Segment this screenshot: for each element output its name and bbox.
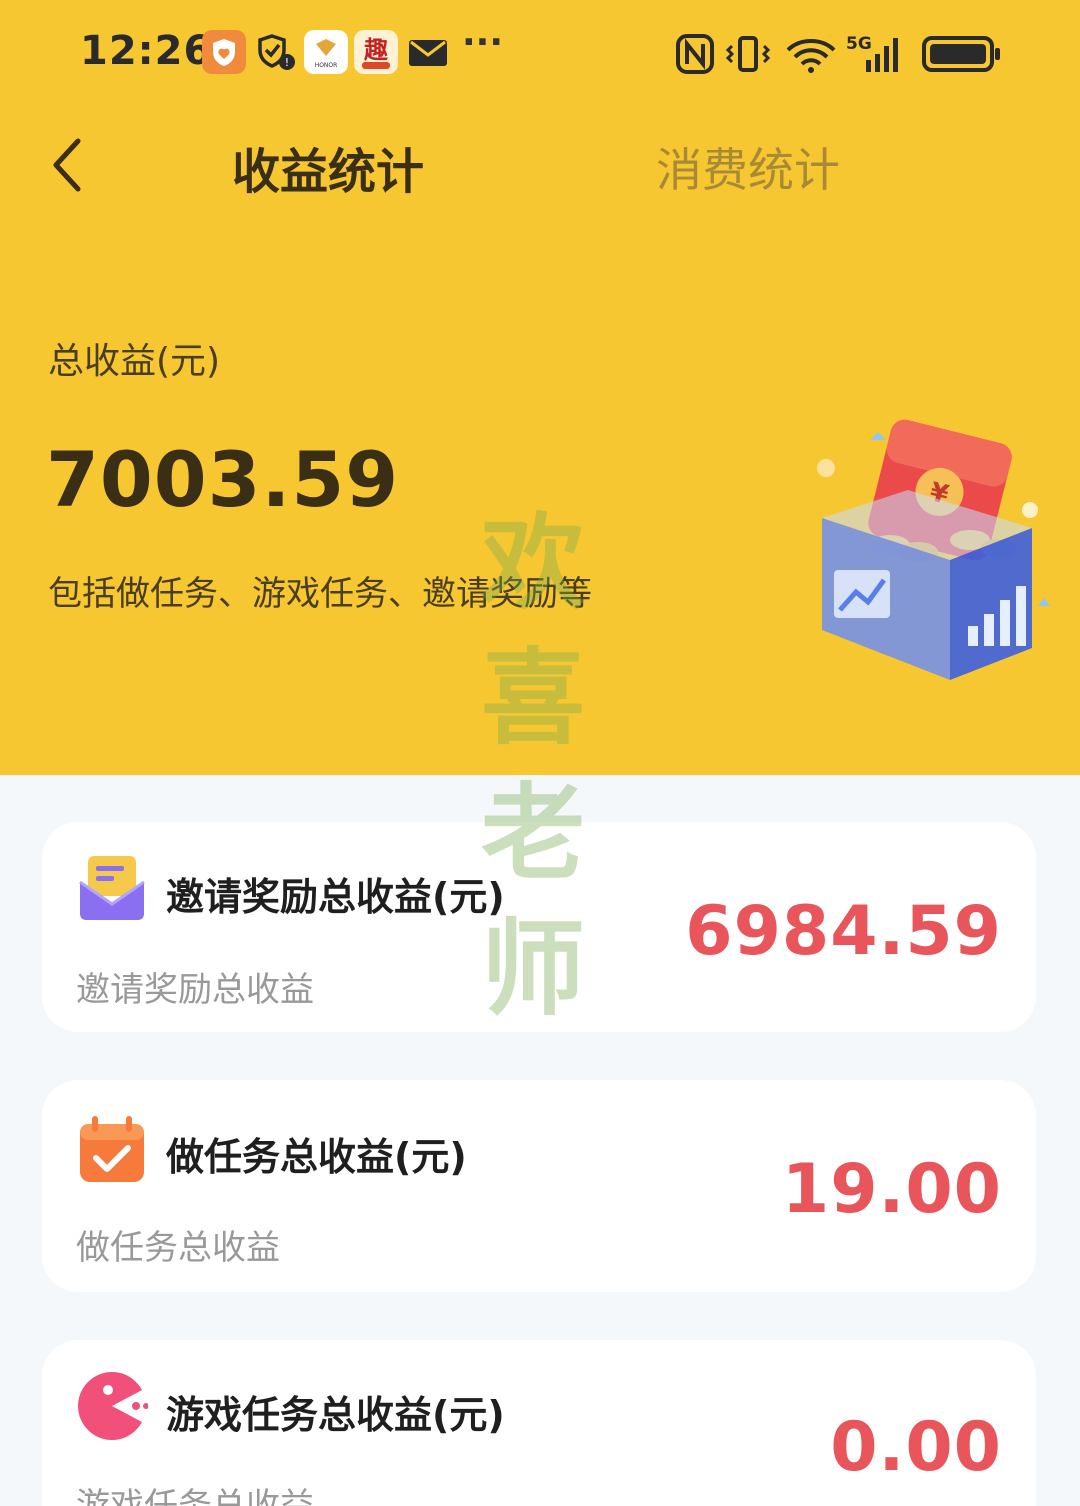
game-income-subtitle: 游戏任务总收益 [76,1486,314,1506]
chevron-left-icon [53,138,81,192]
tab-spending-stats[interactable]: 消费统计 [656,134,840,200]
svg-text:5G: 5G [846,34,872,54]
battery-icon [922,36,1000,72]
more-notifications: ··· [462,22,504,63]
vpn-shield-icon: ! [254,30,298,74]
pacman-icon [76,1370,149,1442]
svg-text:HONOR: HONOR [315,62,338,69]
shield-heart-icon [202,30,246,74]
calendar-check-icon [76,1114,148,1186]
game-income-card[interactable]: 游戏任务总收益(元) 游戏任务总收益 0.00 [42,1340,1036,1506]
vibrate-icon [725,36,771,72]
qu-app-icon: 趣 [354,30,398,74]
total-income-description: 包括做任务、游戏任务、邀请奖励等 [48,574,592,614]
envelope-icon [76,852,148,924]
status-bar: 12:26 ! HONOR 趣 ··· 5G [0,20,1080,84]
tab-income-stats[interactable]: 收益统计 [232,132,424,202]
task-income-card[interactable]: 做任务总收益(元) 做任务总收益 19.00 [42,1080,1036,1292]
header-panel: 12:26 ! HONOR 趣 ··· 5G 收益统计 消费统计 总收益(元) … [0,0,1080,775]
mail-icon [406,30,450,74]
game-income-amount: 0.00 [830,1408,1002,1487]
task-income-amount: 19.00 [781,1150,1002,1229]
svg-text:!: ! [285,56,289,69]
status-time: 12:26 [80,28,213,74]
task-income-subtitle: 做任务总收益 [76,1228,280,1268]
invite-reward-amount: 6984.59 [685,892,1002,971]
red-packet-box-illustration: ¥ [800,410,1060,700]
system-icons: 5G [676,32,1002,76]
invite-reward-title: 邀请奖励总收益(元) [166,875,505,919]
game-income-title: 游戏任务总收益(元) [166,1393,505,1437]
invite-reward-subtitle: 邀请奖励总收益 [76,970,314,1010]
honor-app-icon: HONOR [304,30,348,74]
total-income-label: 总收益(元) [48,341,221,382]
signal-icon: 5G [846,34,898,72]
nfc-icon [676,34,714,74]
task-income-title: 做任务总收益(元) [166,1135,467,1179]
back-button[interactable] [36,132,96,198]
wifi-icon [786,39,836,73]
total-income-value: 7003.59 [46,435,400,524]
invite-reward-card[interactable]: 邀请奖励总收益(元) 邀请奖励总收益 6984.59 [42,822,1036,1032]
svg-text:趣: 趣 [363,36,389,64]
